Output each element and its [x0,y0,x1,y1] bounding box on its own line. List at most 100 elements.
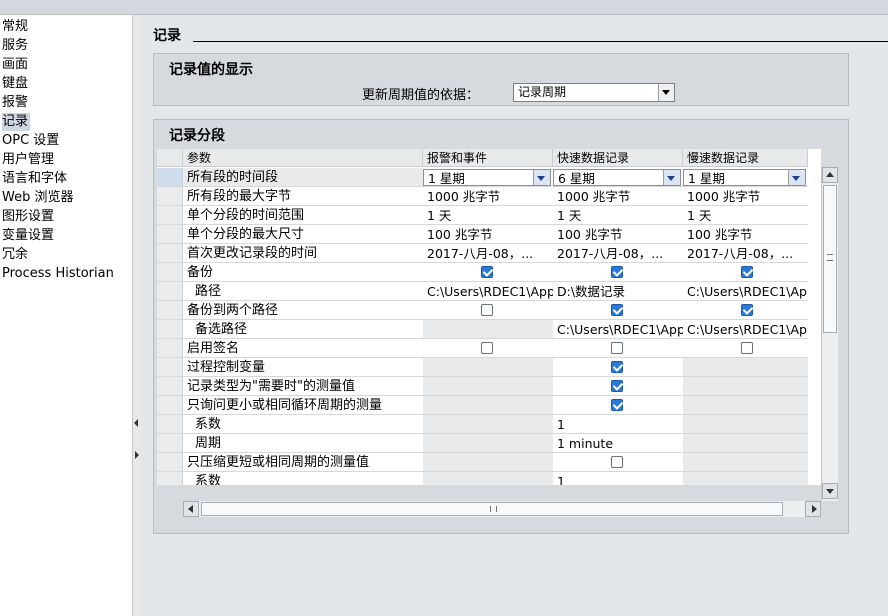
checkbox-checked[interactable] [611,361,623,373]
column-header[interactable]: 报警和事件 [423,149,553,167]
value-cell[interactable]: 1 [553,415,683,434]
sidebar-item[interactable]: 服务 [2,37,28,55]
sidebar-item[interactable]: 语言和字体 [2,170,67,188]
checkbox-unchecked[interactable] [741,342,753,354]
checkbox-checked[interactable] [741,266,753,278]
value-cell[interactable]: C:\Users\RDEC1\App... [683,320,808,339]
checkbox-unchecked[interactable] [481,304,493,316]
row-selector[interactable] [157,282,183,301]
checkbox-cell[interactable] [683,263,808,282]
sidebar-item[interactable]: 图形设置 [2,208,54,226]
sidebar-item[interactable]: 画面 [2,56,28,74]
checkbox-unchecked[interactable] [611,456,623,468]
table-row[interactable]: 系数 1 [157,415,808,434]
table-row[interactable]: 所有段的时间段 1 星期 6 星期 1 星期 [157,168,808,187]
scroll-up-icon[interactable] [822,167,838,183]
period-dropdown[interactable]: 6 星期 [553,168,683,187]
row-selector[interactable] [157,434,183,453]
value-cell[interactable]: 100 兆字节 [683,225,808,244]
table-row[interactable]: 备选路径 C:\Users\RDEC1\AppD...C:\Users\RDEC1… [157,320,808,339]
row-selector[interactable] [157,358,183,377]
value-cell[interactable]: 1 天 [553,206,683,225]
value-cell[interactable]: 1 天 [683,206,808,225]
row-selector[interactable] [157,225,183,244]
chevron-down-icon[interactable] [658,84,674,101]
checkbox-cell[interactable] [423,339,553,358]
checkbox-cell[interactable] [553,396,683,415]
update-basis-dropdown[interactable]: 记录周期 [513,83,675,102]
sidebar-item[interactable]: Web 浏览器 [2,189,73,207]
vertical-scrollbar[interactable] [821,167,838,501]
checkbox-cell[interactable] [553,263,683,282]
checkbox-cell[interactable] [553,453,683,472]
value-cell[interactable]: 2017-八月-08，... [683,244,808,263]
table-row[interactable]: 备份 [157,263,808,282]
row-selector[interactable] [157,320,183,339]
sidebar-item[interactable]: 变量设置 [2,227,54,245]
value-cell[interactable]: 100 兆字节 [423,225,553,244]
checkbox-cell[interactable] [553,358,683,377]
column-header[interactable]: 参数 [183,149,423,167]
value-cell[interactable]: 100 兆字节 [553,225,683,244]
value-cell[interactable]: C:\Users\RDEC1\AppD... [423,282,553,301]
checkbox-cell[interactable] [553,301,683,320]
row-selector[interactable] [157,396,183,415]
sidebar-item[interactable]: Process Historian [2,265,114,283]
sidebar-item[interactable]: 记录 [2,113,31,131]
checkbox-checked[interactable] [611,380,623,392]
checkbox-checked[interactable] [481,266,493,278]
value-cell[interactable]: C:\Users\RDEC1\App... [683,282,808,301]
value-cell[interactable]: 2017-八月-08，... [553,244,683,263]
chevron-down-icon[interactable] [788,170,805,185]
checkbox-unchecked[interactable] [611,342,623,354]
sidebar-item[interactable]: OPC 设置 [2,132,59,150]
horizontal-scroll-thumb[interactable] [201,502,783,516]
table-row[interactable]: 启用签名 [157,339,808,358]
scroll-left-icon[interactable] [183,501,199,517]
sidebar-item[interactable]: 冗余 [2,246,28,264]
checkbox-checked[interactable] [611,266,623,278]
table-row[interactable]: 路径C:\Users\RDEC1\AppD...D:\数据记录C:\Users\… [157,282,808,301]
period-dropdown[interactable]: 1 星期 [683,168,808,187]
expand-right-icon[interactable] [135,451,139,459]
value-cell[interactable]: 1 [553,472,683,485]
table-row[interactable]: 周期 1 minute [157,434,808,453]
table-row[interactable]: 过程控制变量 [157,358,808,377]
checkbox-checked[interactable] [741,304,753,316]
checkbox-cell[interactable] [423,263,553,282]
row-selector[interactable] [157,263,183,282]
row-selector[interactable] [157,377,183,396]
value-cell[interactable]: 1000 兆字节 [423,187,553,206]
collapse-left-icon[interactable] [134,419,138,427]
row-selector[interactable] [157,168,183,187]
row-selector[interactable] [157,187,183,206]
table-row[interactable]: 首次更改记录段的时间 2017-八月-08，... 2017-八月-08，... 20… [157,244,808,263]
chevron-down-icon[interactable] [533,170,550,185]
table-row[interactable]: 所有段的最大字节 1000 兆字节 1000 兆字节 1000 兆字节 [157,187,808,206]
checkbox-cell[interactable] [683,339,808,358]
checkbox-checked[interactable] [611,304,623,316]
chevron-down-icon[interactable] [663,170,680,185]
sidebar-item[interactable]: 常规 [2,18,28,36]
row-selector[interactable] [157,415,183,434]
vertical-scroll-thumb[interactable] [823,185,837,333]
table-row[interactable]: 单个分段的时间范围 1 天1 天1 天 [157,206,808,225]
dropdown-field[interactable]: 1 星期 [423,169,551,186]
value-cell[interactable]: 1 天 [423,206,553,225]
period-dropdown[interactable]: 1 星期 [423,168,553,187]
table-row[interactable]: 系数 1 [157,472,808,485]
row-selector[interactable] [157,244,183,263]
scroll-down-icon[interactable] [822,483,838,499]
row-selector[interactable] [157,206,183,225]
checkbox-cell[interactable] [553,339,683,358]
row-selector[interactable] [157,453,183,472]
row-selector[interactable] [157,301,183,320]
value-cell[interactable]: D:\数据记录 [553,282,683,301]
column-header[interactable]: 快速数据记录 [553,149,683,167]
checkbox-checked[interactable] [611,399,623,411]
checkbox-unchecked[interactable] [481,342,493,354]
value-cell[interactable]: 1000 兆字节 [683,187,808,206]
table-row[interactable]: 记录类型为"需要时"的测量值 [157,377,808,396]
row-selector[interactable] [157,339,183,358]
value-cell[interactable]: C:\Users\RDEC1\AppD... [553,320,683,339]
